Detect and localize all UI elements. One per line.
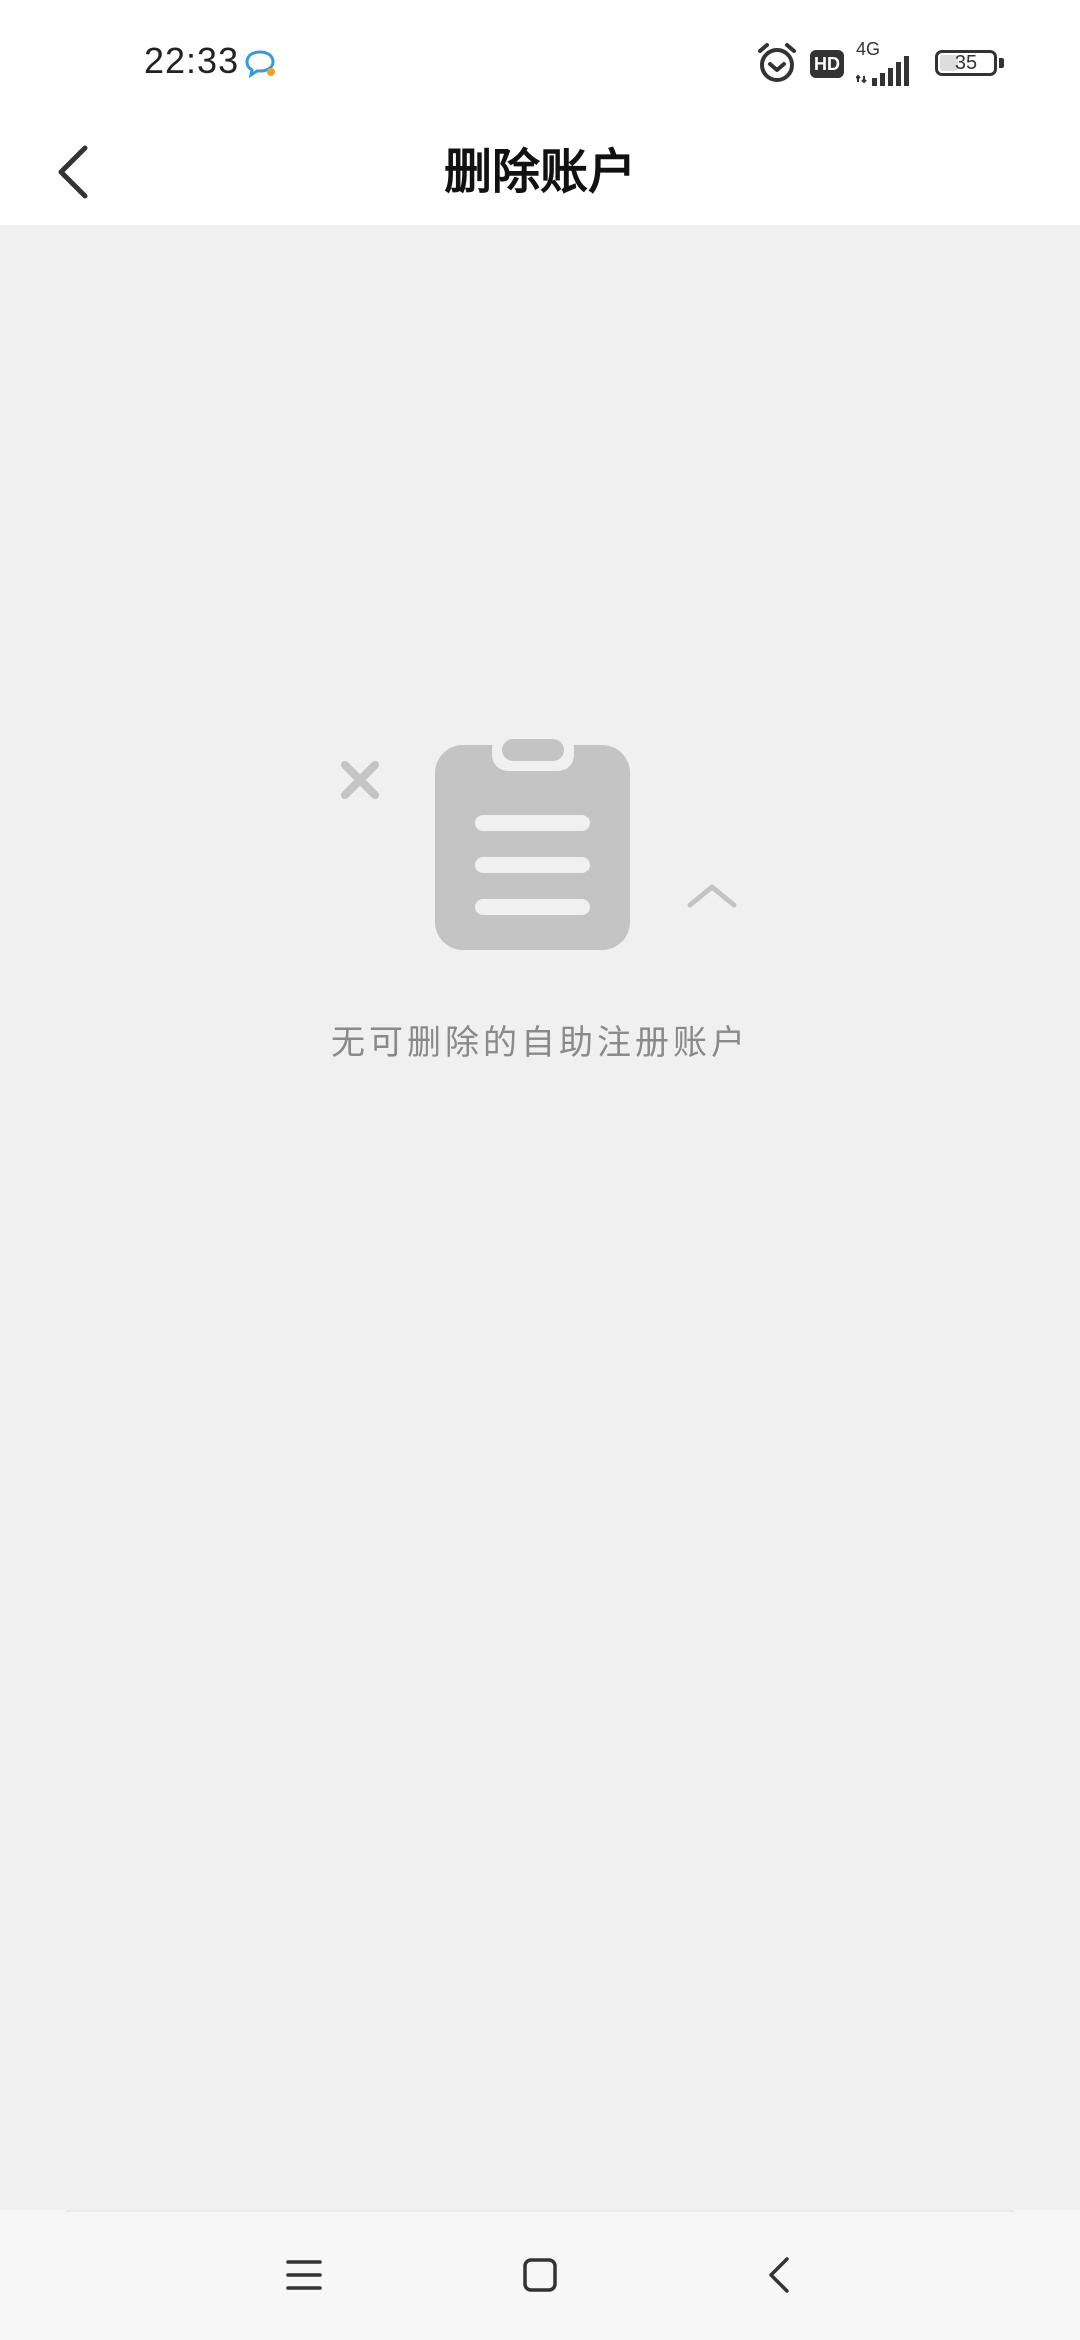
- close-icon: [341, 761, 379, 799]
- signal-icon: [856, 56, 909, 86]
- hd-icon: HD: [810, 50, 844, 78]
- battery-tip: [999, 58, 1004, 68]
- status-bar: 22:33 HD 4G 35: [0, 0, 1080, 120]
- menu-button[interactable]: [264, 2240, 344, 2310]
- empty-message: 无可删除的自助注册账户: [331, 1023, 749, 1063]
- status-icons: HD 4G 35: [0, 38, 1080, 88]
- chevron-up-icon: [687, 884, 737, 908]
- system-back-button[interactable]: [740, 2240, 820, 2310]
- home-icon: [523, 2258, 557, 2292]
- divider: [66, 2210, 1014, 2212]
- menu-icon: [286, 2260, 322, 2290]
- system-navigation-bar: [0, 2210, 1080, 2340]
- battery-icon: 35: [935, 50, 997, 76]
- home-button[interactable]: [500, 2240, 580, 2310]
- battery-percent: 35: [954, 52, 978, 74]
- page-title: 删除账户: [443, 144, 636, 200]
- alarm-icon: [758, 43, 796, 82]
- clipboard-icon: [341, 735, 737, 950]
- main-content: 无可删除的自助注册账户: [0, 225, 1080, 2210]
- back-icon: [769, 2257, 789, 2293]
- header-bar: 删除账户: [0, 120, 1080, 225]
